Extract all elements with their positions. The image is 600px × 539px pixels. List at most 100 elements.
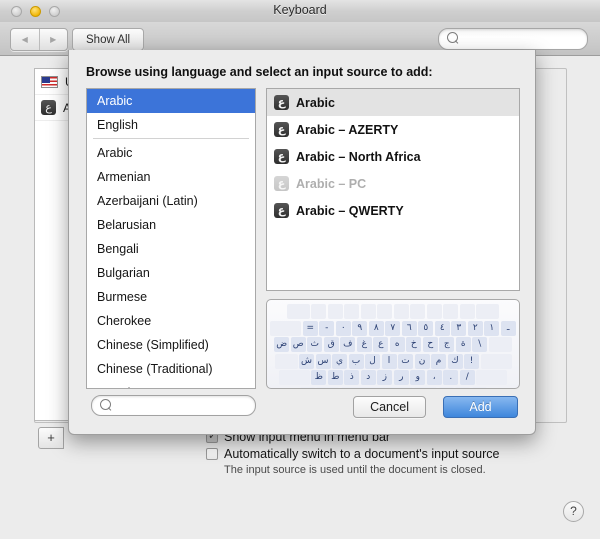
keyboard-key: =	[303, 321, 318, 336]
add-button[interactable]: Add	[443, 396, 518, 418]
keyboard-key: ف	[340, 337, 355, 352]
keyboard-key: ظ	[311, 370, 326, 385]
us-flag-icon	[41, 76, 58, 88]
keyboard-key: م	[431, 354, 446, 369]
input-source-item-arabic-azerty[interactable]: ع Arabic – AZERTY	[267, 116, 519, 143]
keyboard-row-modifiers-top	[270, 304, 516, 319]
auto-switch-label: Automatically switch to a document's inp…	[224, 447, 499, 461]
key-blank	[476, 304, 499, 319]
arabic-icon: ع	[41, 100, 56, 115]
search-icon	[100, 399, 111, 410]
window-titlebar: Keyboard	[0, 0, 600, 23]
key-shift-right	[279, 370, 310, 385]
auto-switch-option[interactable]: Automatically switch to a document's inp…	[206, 447, 536, 461]
input-source-options: Show input menu in menu bar Automaticall…	[206, 430, 536, 476]
keyboard-row-spacebar	[270, 387, 516, 390]
help-button[interactable]: ?	[563, 501, 584, 522]
language-item-arabic-recent[interactable]: Arabic	[87, 89, 255, 113]
input-source-label: Arabic – North Africa	[296, 150, 421, 164]
language-item-belarusian[interactable]: Belarusian	[87, 213, 255, 237]
keyboard-key: ه	[390, 337, 405, 352]
key-blank	[443, 304, 458, 319]
input-source-item-arabic-north-africa[interactable]: ع Arabic – North Africa	[267, 143, 519, 170]
forward-button[interactable]: ▶	[40, 29, 68, 50]
window-title: Keyboard	[0, 3, 600, 17]
language-item-azerbaijani[interactable]: Azerbaijani (Latin)	[87, 189, 255, 213]
keyboard-key: ٦	[402, 321, 417, 336]
language-item-arabic[interactable]: Arabic	[87, 141, 255, 165]
key-blank	[427, 304, 442, 319]
keyboard-key: -	[319, 321, 334, 336]
keyboard-key: ل	[365, 354, 380, 369]
keyboard-key: ٤	[435, 321, 450, 336]
keyboard-key: ك	[448, 354, 463, 369]
keyboard-key: ٧	[385, 321, 400, 336]
keyboard-key: ٣	[451, 321, 466, 336]
keyboard-key: خ	[406, 337, 421, 352]
language-item-chinese-traditional[interactable]: Chinese (Traditional)	[87, 357, 255, 381]
search-icon	[447, 32, 458, 43]
key-blank	[344, 304, 359, 319]
keyboard-key: ص	[291, 337, 306, 352]
toolbar-search-field[interactable]	[438, 28, 588, 50]
add-input-source-button[interactable]: +	[38, 427, 64, 449]
language-list-separator	[93, 138, 249, 139]
language-item-cherokee[interactable]: Cherokee	[87, 309, 255, 333]
language-item-armenian[interactable]: Armenian	[87, 165, 255, 189]
keyboard-key: س	[316, 354, 331, 369]
key-delete	[270, 321, 301, 336]
arabic-icon: ع	[274, 203, 289, 218]
input-source-item-arabic-qwerty[interactable]: ع Arabic – QWERTY	[267, 197, 519, 224]
language-item-croatian[interactable]: Croatian	[87, 381, 255, 389]
language-list[interactable]: Arabic English Arabic Armenian Azerbaija…	[86, 88, 256, 389]
keyboard-key: ر	[394, 370, 409, 385]
language-item-burmese[interactable]: Burmese	[87, 285, 255, 309]
keyboard-key: ١	[484, 321, 499, 336]
sheet-heading: Browse using language and select an inpu…	[86, 65, 433, 79]
keyboard-key: ـ	[501, 321, 516, 336]
language-item-chinese-simplified[interactable]: Chinese (Simplified)	[87, 333, 255, 357]
back-button[interactable]: ◀	[11, 29, 40, 50]
keyboard-row-2: \ ة ج ح خ ه ع غ ف ق ث ص ض	[270, 337, 516, 352]
keyboard-preferences-window: Keyboard ◀ ▶ Show All U ع A + Show input…	[0, 0, 600, 539]
language-item-bulgarian[interactable]: Bulgarian	[87, 261, 255, 285]
language-item-bengali[interactable]: Bengali	[87, 237, 255, 261]
key-blank	[287, 304, 310, 319]
keyboard-key: و	[410, 370, 425, 385]
keyboard-key: ذ	[344, 370, 359, 385]
key-shift-left	[476, 370, 507, 385]
language-item-english-recent[interactable]: English	[87, 113, 255, 137]
input-source-label: Arabic – QWERTY	[296, 204, 404, 218]
input-source-label: Arabic – AZERTY	[296, 123, 398, 137]
checkbox-icon[interactable]	[206, 448, 218, 460]
keyboard-key: ث	[307, 337, 322, 352]
key-blank	[410, 304, 425, 319]
show-all-button[interactable]: Show All	[72, 28, 144, 51]
input-source-label: Arabic – PC	[296, 177, 366, 191]
keyboard-key: ط	[328, 370, 343, 385]
input-source-list[interactable]: ع Arabic ع Arabic – AZERTY ع Arabic – No…	[266, 88, 520, 291]
arabic-icon: ع	[274, 122, 289, 137]
keyboard-key: ا	[382, 354, 397, 369]
sheet-search-field[interactable]	[91, 395, 256, 416]
navigation-segmented-control[interactable]: ◀ ▶	[10, 28, 68, 51]
keyboard-key: ن	[415, 354, 430, 369]
key-blank	[311, 304, 326, 319]
cancel-button[interactable]: Cancel	[353, 396, 426, 418]
keyboard-row-1: ـ ١ ٢ ٣ ٤ ٥ ٦ ٧ ٨ ٩ ٠ - =	[270, 321, 516, 336]
input-source-item-arabic[interactable]: ع Arabic	[267, 89, 519, 116]
add-input-source-sheet: Browse using language and select an inpu…	[68, 50, 536, 435]
input-source-item-arabic-pc: ع Arabic – PC	[267, 170, 519, 197]
keyboard-key: ح	[423, 337, 438, 352]
key-blank	[328, 304, 343, 319]
keyboard-key: ٨	[369, 321, 384, 336]
input-source-label: Arabic	[296, 96, 335, 110]
keyboard-key: ٠	[336, 321, 351, 336]
keyboard-key: ز	[377, 370, 392, 385]
keyboard-key: !	[464, 354, 479, 369]
key-control	[455, 387, 470, 390]
keyboard-key: ت	[398, 354, 413, 369]
keyboard-key: ،	[427, 370, 442, 385]
keyboard-layout-preview: ـ ١ ٢ ٣ ٤ ٥ ٦ ٧ ٨ ٩ ٠ - = \ ة ج ح	[266, 299, 520, 389]
keyboard-row-4: / . ، و ر ز د ذ ط ظ	[270, 370, 516, 385]
